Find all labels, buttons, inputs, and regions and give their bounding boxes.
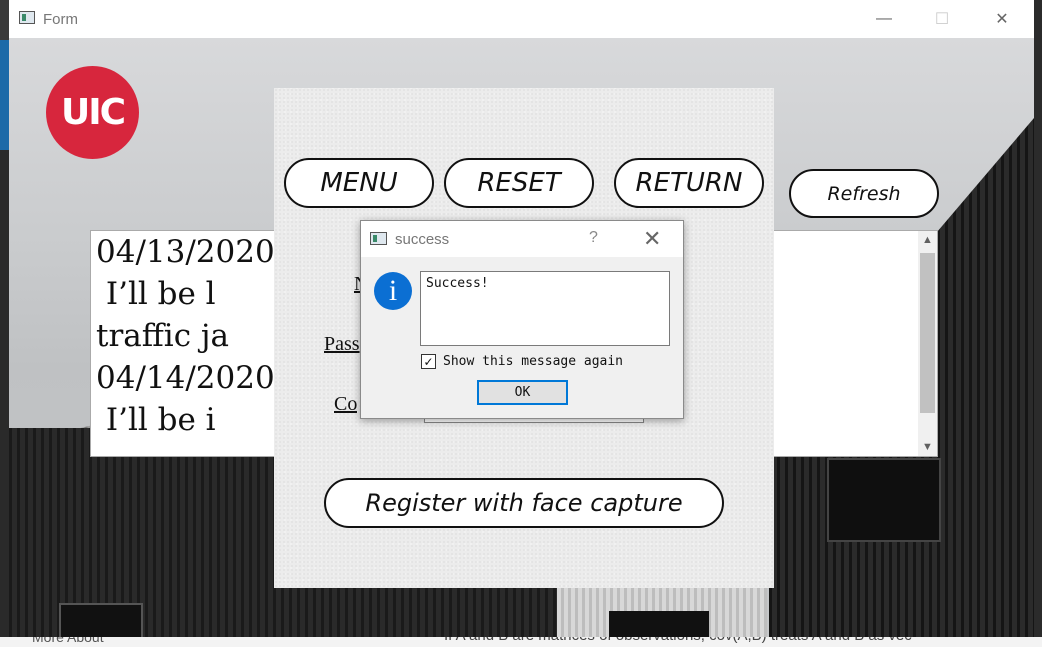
dialog-app-icon bbox=[370, 232, 387, 245]
dialog-title: success bbox=[395, 231, 450, 248]
menu-button[interactable]: MENU bbox=[284, 158, 434, 208]
building-door-2 bbox=[609, 611, 709, 637]
confirm-label: Co bbox=[334, 393, 358, 415]
password-label: Pass bbox=[324, 333, 360, 355]
app-icon bbox=[19, 11, 35, 24]
dialog-titlebar[interactable]: success ? ✕ bbox=[361, 221, 683, 257]
scroll-up-icon[interactable]: ▲ bbox=[918, 231, 937, 249]
minimize-button[interactable]: — bbox=[861, 6, 907, 32]
building-window bbox=[827, 458, 941, 542]
building-door bbox=[59, 603, 143, 637]
help-icon[interactable]: ? bbox=[589, 229, 598, 247]
close-button[interactable]: ✕ bbox=[979, 6, 1025, 32]
reset-button[interactable]: RESET bbox=[444, 158, 594, 208]
show-again-checkbox[interactable]: ✓ bbox=[421, 354, 436, 369]
vertical-scrollbar[interactable]: ▲ ▼ bbox=[918, 231, 937, 456]
refresh-button[interactable]: Refresh bbox=[789, 169, 939, 218]
register-face-capture-button[interactable]: Register with face capture bbox=[324, 478, 724, 528]
info-icon: i bbox=[374, 272, 412, 310]
window-title: Form bbox=[43, 11, 78, 28]
dialog-close-icon[interactable]: ✕ bbox=[643, 226, 661, 252]
uic-logo: UIC bbox=[46, 66, 139, 159]
message-text: Success! bbox=[420, 271, 670, 346]
show-again-label[interactable]: Show this message again bbox=[443, 354, 623, 369]
success-dialog: success ? ✕ i Success! ✓ Show this messa… bbox=[360, 220, 684, 419]
return-button[interactable]: RETURN bbox=[614, 158, 764, 208]
scroll-down-icon[interactable]: ▼ bbox=[918, 438, 937, 456]
scrollbar-thumb[interactable] bbox=[920, 253, 935, 413]
window-titlebar[interactable]: Form — ☐ ✕ bbox=[9, 0, 1034, 38]
ok-button[interactable]: OK bbox=[477, 380, 568, 405]
maximize-button[interactable]: ☐ bbox=[919, 6, 965, 32]
